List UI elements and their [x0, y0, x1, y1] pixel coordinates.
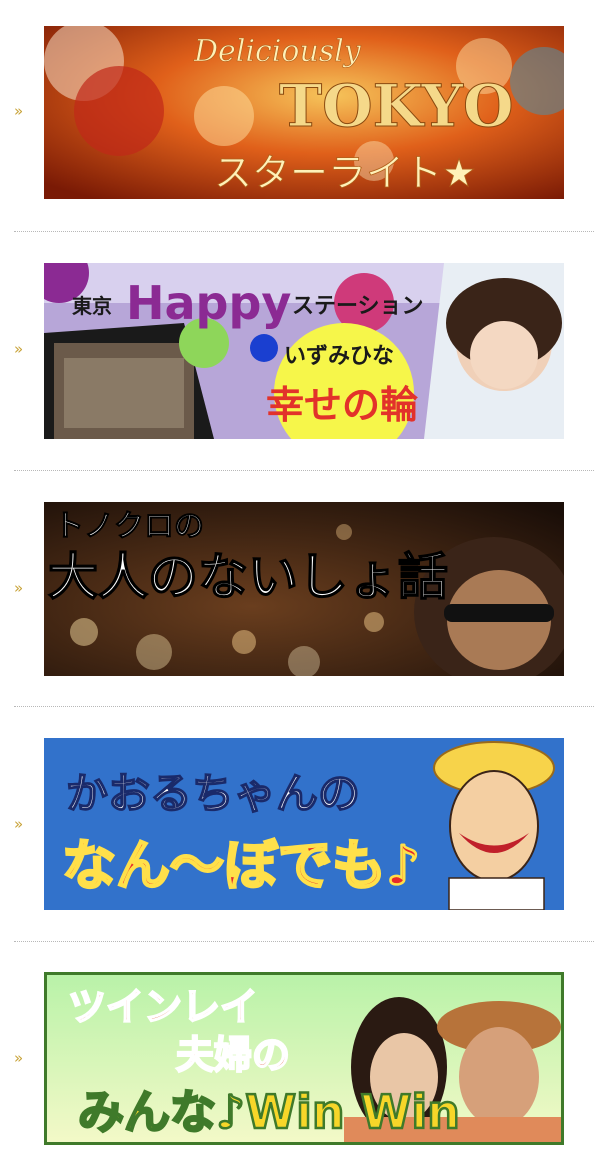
banner-line: スターライト★: [214, 151, 476, 195]
banner-line: ステーション: [292, 294, 424, 319]
banner-line: 大人のないしょ話: [48, 547, 448, 606]
double-chevron-right-icon: »: [14, 1049, 23, 1067]
divider: [14, 470, 594, 471]
divider: [14, 706, 594, 707]
double-chevron-right-icon: »: [14, 815, 23, 833]
banner-tokyo-happy-station[interactable]: 東京 Happy ステーション いずみひな 幸せの輪: [44, 263, 564, 439]
double-chevron-right-icon: »: [14, 340, 23, 358]
banner-line: Deliciously: [193, 34, 362, 69]
banner-line: 夫婦の: [176, 1033, 290, 1077]
banner-line: いずみひな: [284, 344, 394, 369]
banner-line: TOKYO: [279, 72, 513, 140]
banner-line: 東京: [72, 294, 112, 318]
banner-twin-ray-winwin[interactable]: ツインレイ 夫婦の みんな♪Win Win: [44, 972, 564, 1145]
divider: [14, 231, 594, 232]
banner-line: なん～ぼでも♪: [62, 834, 420, 897]
banner-line: ツインレイ: [68, 985, 258, 1029]
banner-line: かおるちゃんの: [66, 769, 360, 818]
banner-tonokuro-naisho[interactable]: トノクロの 大人のないしょ話: [44, 502, 564, 676]
double-chevron-right-icon: »: [14, 102, 23, 120]
banner-line: 幸せの輪: [266, 383, 418, 427]
banner-line: トノクロの: [54, 509, 204, 544]
double-chevron-right-icon: »: [14, 579, 23, 597]
banner-deliciously-tokyo[interactable]: Deliciously TOKYO スターライト★: [44, 26, 564, 199]
banner-line: みんな♪Win Win: [78, 1085, 460, 1139]
banner-line: Happy: [126, 276, 291, 330]
divider: [14, 941, 594, 942]
banner-kaoru-nanbodemo[interactable]: かおるちゃんの なん～ぼでも♪: [44, 738, 564, 910]
